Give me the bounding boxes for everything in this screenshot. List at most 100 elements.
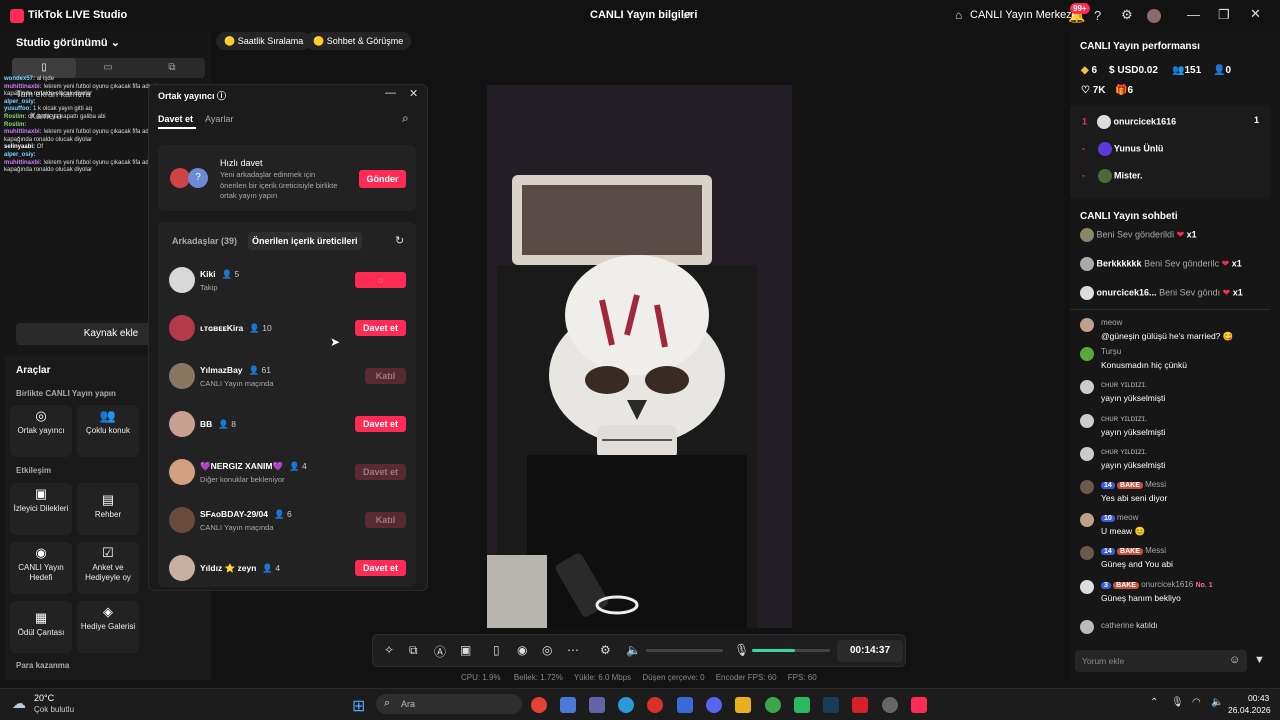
snapshot-icon[interactable]: ◎ (542, 643, 552, 657)
chrome-icon[interactable] (531, 697, 547, 713)
clock-date[interactable]: 26.04.2026 (1228, 705, 1271, 715)
microphone-icon[interactable]: 🎙 (734, 643, 749, 657)
guide-tool[interactable]: ▤ Rehber (77, 483, 139, 535)
tray-mic-icon[interactable]: 🎙 (1171, 697, 1184, 708)
magic-effects-icon[interactable]: ✧ (384, 643, 394, 657)
tools-title: Araçlar (16, 365, 51, 376)
windows-start-icon[interactable]: ⊞ (352, 696, 365, 716)
temperature[interactable]: 20°C (34, 693, 54, 703)
new-followers-stat: 👤0 (1213, 65, 1232, 76)
creator-name: SFᴀᴏBDAY-29/04 👤 6 (200, 509, 292, 519)
speaker-icon[interactable]: 🔈 (626, 643, 641, 657)
filters-icon[interactable]: ⧉ (409, 643, 418, 658)
multi-guest-tool[interactable]: 👥 Çoklu konuk (77, 405, 139, 457)
youtube-icon[interactable] (852, 697, 868, 713)
teams-icon[interactable] (589, 697, 605, 713)
landscape-view-tab[interactable]: ▭ (76, 58, 140, 78)
invite-button[interactable]: Davet et (355, 560, 406, 576)
ranking-row[interactable]: - Mister. (1082, 169, 1143, 183)
mic-slider[interactable] (752, 649, 830, 652)
mic-level-fill (752, 649, 795, 652)
discord-icon[interactable] (706, 697, 722, 713)
help-icon[interactable]: ? (1094, 8, 1101, 23)
volume-icon[interactable]: 🔈 (1211, 697, 1223, 708)
invite-button[interactable]: Davet et (355, 320, 406, 336)
user-avatar[interactable] (1147, 9, 1161, 23)
settings-sliders-icon[interactable]: ⚙ (600, 643, 611, 657)
dollar-icon: $ (1109, 65, 1115, 76)
creator-status: CANLI Yayın maçında (200, 379, 274, 388)
tab-suggested-creators[interactable]: Önerilen içerik üreticileri (248, 232, 362, 250)
edge-icon[interactable] (618, 697, 634, 713)
studio-view-dropdown[interactable]: Studio görünümü ⌄ (16, 36, 120, 49)
invite-button[interactable]: Davet et (355, 416, 406, 432)
dual-view-tab[interactable]: ⧉ (140, 58, 204, 78)
loading-button[interactable]: ◌ (355, 272, 406, 288)
tab-settings[interactable]: Ayarlar (205, 114, 233, 124)
minimize-icon[interactable]: — (1187, 7, 1200, 22)
close-modal-icon[interactable]: ✕ (409, 87, 418, 100)
refresh-icon[interactable]: ↻ (395, 234, 404, 247)
gear-icon[interactable]: ⚙ (1121, 7, 1133, 23)
chrome-alt-icon[interactable] (765, 697, 781, 713)
tab-invite[interactable]: Davet et (158, 114, 193, 124)
minimize-modal-icon[interactable]: — (385, 87, 396, 99)
taskbar-search[interactable]: Ara (376, 694, 522, 714)
tiktok-live-icon[interactable] (911, 697, 927, 713)
windows-taskbar (0, 688, 1280, 720)
restore-icon[interactable]: ❐ (1218, 7, 1230, 23)
hourly-ranking-chip[interactable]: 🟡 Saatlik Sıralama (216, 32, 312, 50)
question-avatar-icon: ? (188, 168, 208, 188)
live-center-link[interactable]: CANLI Yayın Merkezi (970, 9, 1074, 21)
invite-button[interactable]: Davet et (355, 464, 406, 480)
chat-call-chip[interactable]: 🟡 Sohbet & Görüşme (305, 32, 412, 50)
ranking-row[interactable]: 1 onurcicek1616 1 (1082, 115, 1259, 129)
creator-status: Diğer konuklar bekleniyor (200, 475, 285, 484)
join-button[interactable]: Katıl (365, 512, 406, 528)
share-icon[interactable]: ↗ (682, 8, 692, 22)
join-button[interactable]: Katıl (365, 368, 406, 384)
mail-icon[interactable] (677, 697, 693, 713)
cloud-icon: ☁ (12, 695, 26, 711)
view-mode-tabs: ▯ ▭ ⧉ (12, 58, 205, 78)
store-icon[interactable] (560, 697, 576, 713)
volume-slider[interactable] (646, 649, 723, 652)
reward-bag-tool[interactable]: ▦ Ödül Çantası (10, 601, 72, 653)
weather-desc[interactable]: Çok bulutlu (34, 705, 74, 714)
creator-status: Takip (200, 283, 218, 292)
info-icon[interactable]: ⓘ (217, 91, 226, 101)
portrait-view-tab[interactable]: ▯ (12, 58, 76, 78)
creator-name: Kiki 👤 5 (200, 269, 240, 279)
send-button[interactable]: Gönder (359, 170, 406, 188)
home-icon[interactable]: ⌂ (955, 8, 962, 22)
whatsapp-icon[interactable] (794, 697, 810, 713)
likes-stat: ♡ 7K (1081, 85, 1106, 96)
beauty-icon[interactable]: Ⓐ (434, 643, 446, 660)
phone-icon[interactable]: ▯ (493, 643, 500, 657)
record-icon[interactable]: ◉ (517, 643, 527, 657)
clock-time[interactable]: 00:43 (1248, 693, 1269, 703)
co-host-tool[interactable]: ◎ Ortak yayıncı (10, 405, 72, 457)
tab-friends[interactable]: Arkadaşlar (39) (172, 236, 237, 246)
comment-input[interactable]: Yorum ekle (1075, 650, 1247, 672)
filter-icon[interactable]: ▼ (1254, 654, 1265, 666)
mouse-cursor-icon: ➤ (330, 335, 341, 349)
live-goal-tool[interactable]: ◉ CANLI Yayın Hedefi (10, 542, 72, 594)
tray-chevron-icon[interactable]: ⌃ (1150, 697, 1158, 708)
steam-icon[interactable] (823, 697, 839, 713)
divider (1070, 309, 1270, 310)
screen-capture-icon[interactable]: ▣ (460, 643, 471, 657)
search-icon[interactable]: ⌕ (402, 111, 409, 126)
explorer-icon[interactable] (735, 697, 751, 713)
more-icon[interactable]: ⋯ (567, 643, 579, 657)
emoji-icon[interactable]: ☺ (1229, 654, 1240, 666)
viewer-wishes-tool[interactable]: ▣ İzleyici Dilekleri (10, 483, 72, 535)
opera-icon[interactable] (647, 697, 663, 713)
creator-name: BB 👤 8 (200, 419, 236, 429)
gift-gallery-tool[interactable]: ◈ Hediye Galerisi (77, 601, 139, 653)
close-window-icon[interactable]: ✕ (1250, 6, 1261, 22)
poll-tool[interactable]: ☑ Anket ve Hediyeyle oy (77, 542, 139, 594)
ranking-row[interactable]: - Yunus Ünlü (1082, 142, 1163, 156)
wifi-icon[interactable]: ◠ (1192, 697, 1201, 708)
settings-app-icon[interactable] (882, 697, 898, 713)
